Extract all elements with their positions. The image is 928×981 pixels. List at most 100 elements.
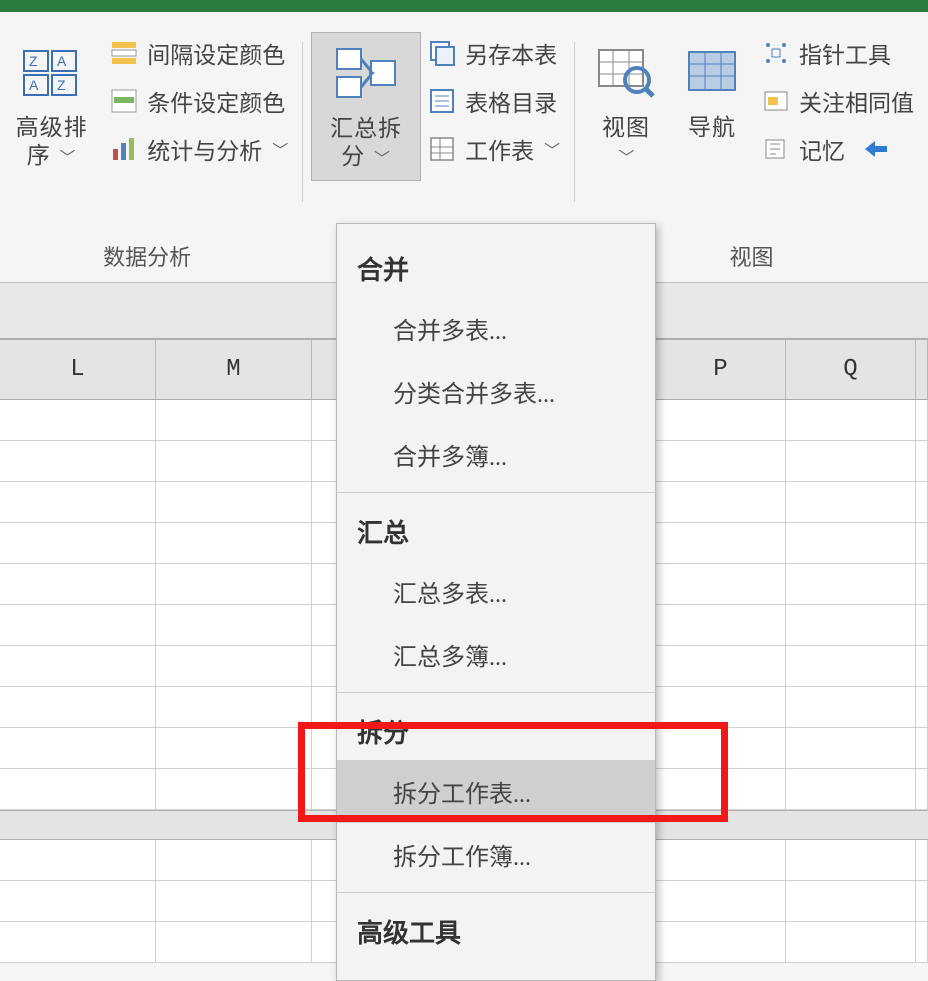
follow-same-button[interactable]: 关注相同值 <box>761 84 914 118</box>
grid-cell[interactable] <box>156 482 312 522</box>
grid-cell[interactable] <box>786 922 916 962</box>
grid-cell[interactable] <box>916 922 928 962</box>
grid-cell[interactable] <box>656 564 786 604</box>
grid-cell[interactable] <box>156 728 312 768</box>
memory-icon <box>761 134 791 164</box>
grid-cell[interactable] <box>656 441 786 481</box>
grid-cell[interactable] <box>656 687 786 727</box>
navigation-button[interactable]: 导航 <box>669 32 755 148</box>
grid-cell[interactable] <box>916 881 928 921</box>
grid-cell[interactable] <box>786 646 916 686</box>
grid-cell[interactable] <box>156 605 312 645</box>
grid-cell[interactable] <box>916 840 928 880</box>
grid-cell[interactable] <box>156 400 312 440</box>
dd-summary-tables[interactable]: 汇总多表... <box>337 560 655 623</box>
grid-cell[interactable] <box>786 441 916 481</box>
col-header-P[interactable]: P <box>656 340 786 399</box>
grid-cell[interactable] <box>156 523 312 563</box>
grid-cell[interactable] <box>656 400 786 440</box>
grid-cell[interactable] <box>656 728 786 768</box>
advanced-sort-button[interactable]: Z A A Z 高级排序 ﹀ <box>0 32 103 179</box>
grid-cell[interactable] <box>916 564 928 604</box>
grid-cell[interactable] <box>786 687 916 727</box>
grid-cell[interactable] <box>656 605 786 645</box>
grid-cell[interactable] <box>916 441 928 481</box>
grid-cell[interactable] <box>916 646 928 686</box>
grid-cell[interactable] <box>786 769 916 809</box>
grid-cell[interactable] <box>916 400 928 440</box>
col-header-Q[interactable]: Q <box>786 340 916 399</box>
col-header-M[interactable]: M <box>156 340 312 399</box>
stats-analysis-button[interactable]: 统计与分析 ﹀ <box>109 132 288 166</box>
grid-cell[interactable] <box>0 564 156 604</box>
dd-split-workbook[interactable]: 拆分工作簿... <box>337 823 655 886</box>
grid-cell[interactable] <box>0 523 156 563</box>
grid-cell[interactable] <box>156 840 312 880</box>
grid-cell[interactable] <box>0 605 156 645</box>
advanced-sort-label: 高级排序 ﹀ <box>8 114 95 173</box>
grid-cell[interactable] <box>786 400 916 440</box>
grid-cell[interactable] <box>156 881 312 921</box>
grid-cell[interactable] <box>786 523 916 563</box>
grid-cell[interactable] <box>0 881 156 921</box>
grid-cell[interactable] <box>156 922 312 962</box>
grid-cell[interactable] <box>156 646 312 686</box>
grid-cell[interactable] <box>156 564 312 604</box>
svg-text:Z: Z <box>29 53 38 69</box>
memory-button[interactable]: 记忆 <box>761 132 914 166</box>
conditional-color-button[interactable]: 条件设定颜色 <box>109 84 288 118</box>
pointer-tool-button[interactable]: 指针工具 <box>761 36 914 70</box>
grid-cell[interactable] <box>656 840 786 880</box>
grid-cell[interactable] <box>0 646 156 686</box>
grid-cell[interactable] <box>0 441 156 481</box>
navigation-label: 导航 <box>688 114 736 142</box>
col-header-L[interactable]: L <box>0 340 156 399</box>
dd-separator <box>337 692 655 693</box>
grid-cell[interactable] <box>0 769 156 809</box>
grid-cell[interactable] <box>0 400 156 440</box>
grid-cell[interactable] <box>656 922 786 962</box>
grid-cell[interactable] <box>0 922 156 962</box>
grid-cell[interactable] <box>916 523 928 563</box>
worksheet-label: 工作表 <box>465 132 534 166</box>
grid-cell[interactable] <box>656 523 786 563</box>
summary-split-button[interactable]: 汇总拆分 ﹀ <box>311 32 421 181</box>
grid-cell[interactable] <box>786 564 916 604</box>
worksheet-button[interactable]: 工作表 ﹀ <box>427 132 560 166</box>
grid-cell[interactable] <box>916 482 928 522</box>
dd-merge-workbooks[interactable]: 合并多簿... <box>337 423 655 486</box>
dd-merge-tables[interactable]: 合并多表... <box>337 297 655 360</box>
view-button[interactable]: 视图﹀ <box>583 32 669 179</box>
follow-same-label: 关注相同值 <box>799 84 914 118</box>
grid-cell[interactable] <box>786 605 916 645</box>
grid-cell[interactable] <box>916 728 928 768</box>
grid-cell[interactable] <box>656 881 786 921</box>
worksheet-icon <box>427 134 457 164</box>
dd-summary-workbooks[interactable]: 汇总多簿... <box>337 623 655 686</box>
grid-cell[interactable] <box>916 687 928 727</box>
table-toc-button[interactable]: 表格目录 <box>427 84 560 118</box>
grid-cell[interactable] <box>656 482 786 522</box>
sort-icon: Z A A Z <box>17 38 87 108</box>
grid-cell[interactable] <box>0 840 156 880</box>
col-header-edge[interactable] <box>916 340 928 399</box>
grid-cell[interactable] <box>786 840 916 880</box>
grid-cell[interactable] <box>156 769 312 809</box>
grid-cell[interactable] <box>916 605 928 645</box>
grid-cell[interactable] <box>0 482 156 522</box>
grid-cell[interactable] <box>916 769 928 809</box>
grid-cell[interactable] <box>156 441 312 481</box>
grid-cell[interactable] <box>786 482 916 522</box>
grid-cell[interactable] <box>786 881 916 921</box>
dd-split-worksheet[interactable]: 拆分工作表... <box>337 760 655 823</box>
grid-cell[interactable] <box>786 728 916 768</box>
grid-cell[interactable] <box>656 646 786 686</box>
grid-cell[interactable] <box>156 687 312 727</box>
grid-cell[interactable] <box>656 769 786 809</box>
memory-label: 记忆 <box>799 132 845 166</box>
grid-cell[interactable] <box>0 687 156 727</box>
dd-category-merge[interactable]: 分类合并多表... <box>337 360 655 423</box>
grid-cell[interactable] <box>0 728 156 768</box>
save-copy-button[interactable]: 另存本表 <box>427 36 560 70</box>
interval-color-button[interactable]: 间隔设定颜色 <box>109 36 288 70</box>
